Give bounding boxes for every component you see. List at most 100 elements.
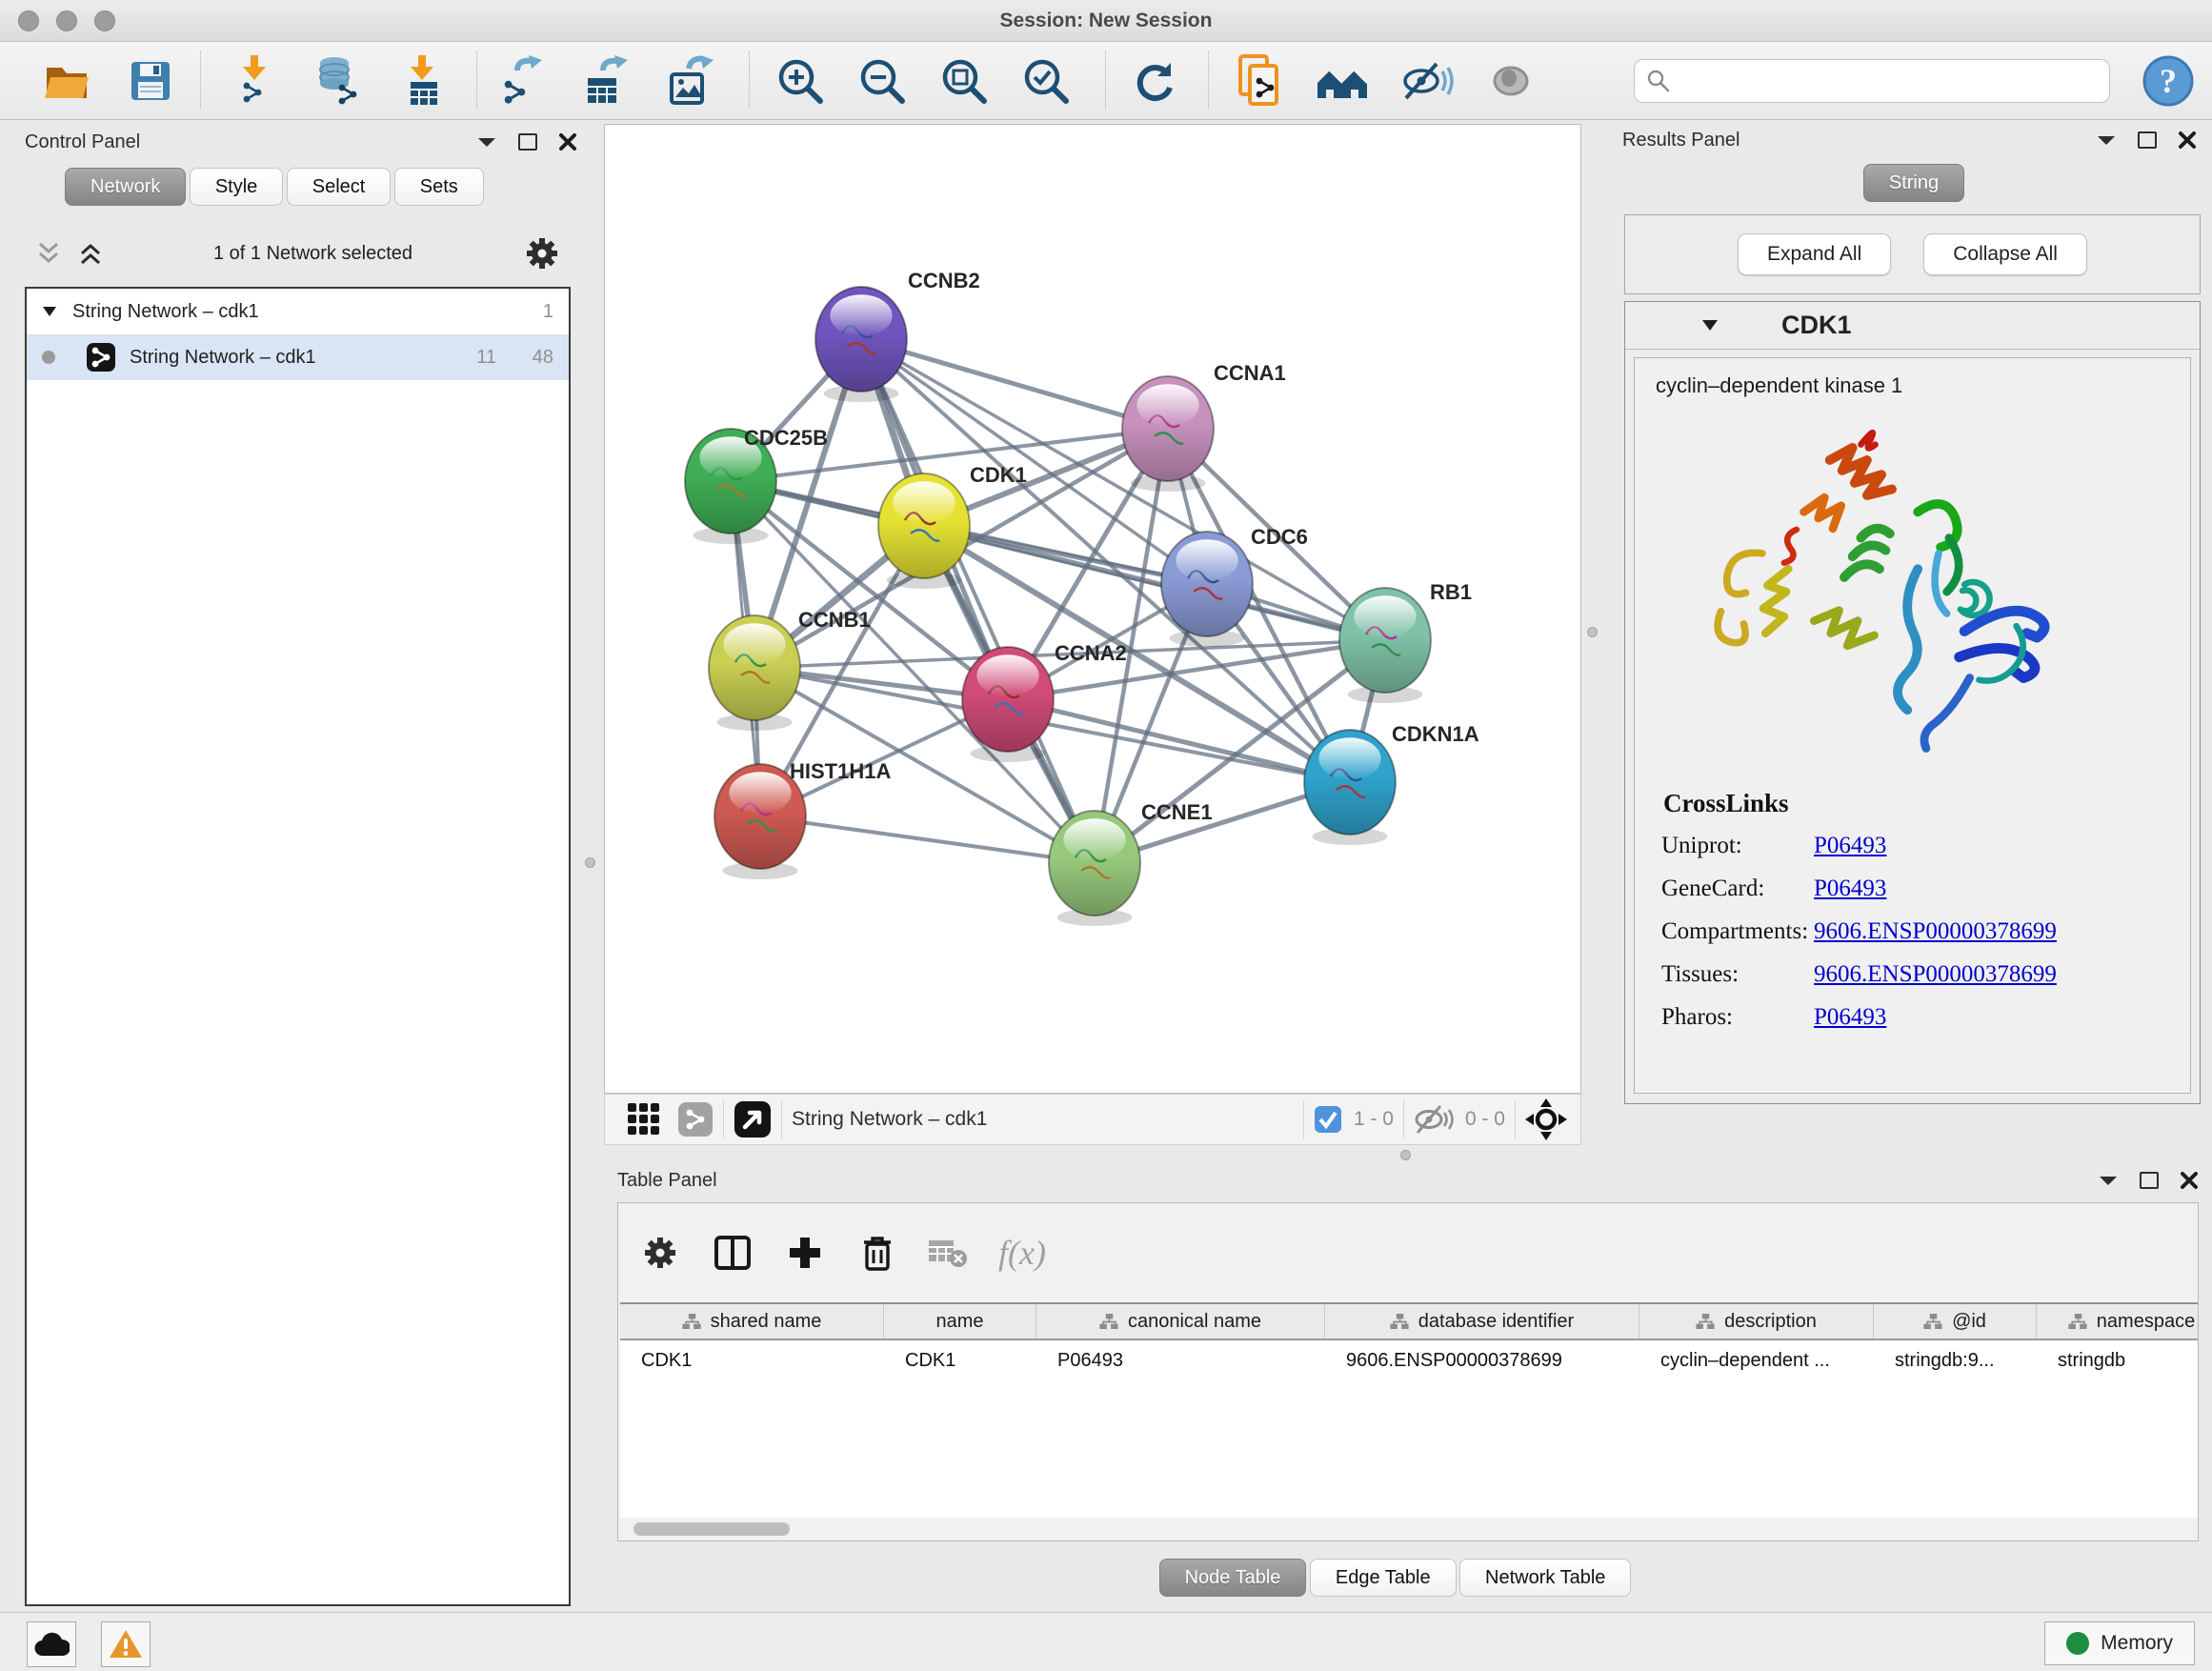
tab-edge-table[interactable]: Edge Table — [1310, 1559, 1457, 1597]
network-canvas[interactable]: CCNB2 CCNA1 CDC25B CDK1 CDC6 RB1 CCNB1 CCNA2 CDK… — [604, 124, 1581, 1094]
network-edge[interactable] — [861, 339, 1168, 429]
network-node[interactable]: HIST1H1A — [714, 759, 891, 879]
tab-network-table[interactable]: Network Table — [1459, 1559, 1631, 1597]
update-network-button[interactable] — [1126, 51, 1183, 111]
network-edge[interactable] — [760, 816, 1095, 863]
function-builder-button[interactable]: f(x) — [995, 1228, 1049, 1278]
gene-section-header[interactable]: CDK1 — [1625, 302, 2200, 350]
delete-table-button[interactable] — [921, 1228, 975, 1278]
table-horizontal-scrollbar[interactable] — [620, 1520, 2198, 1539]
cloud-status-button[interactable] — [27, 1621, 76, 1667]
column-header[interactable]: canonical name — [1036, 1304, 1325, 1339]
tab-string[interactable]: String — [1863, 164, 1964, 202]
delete-column-button[interactable] — [851, 1228, 904, 1278]
zoom-out-button[interactable] — [854, 51, 911, 111]
collapse-panel-icon[interactable] — [476, 135, 497, 149]
left-splitter-handle[interactable] — [585, 857, 595, 868]
search-input[interactable] — [1671, 70, 2109, 93]
column-header[interactable]: description — [1639, 1304, 1874, 1339]
table-cell[interactable]: 9606.ENSP00000378699 — [1325, 1350, 1639, 1372]
float-panel-icon[interactable] — [2140, 1172, 2159, 1189]
float-panel-icon[interactable] — [2138, 131, 2157, 149]
export-image-button[interactable] — [661, 51, 718, 111]
zoom-fit-button[interactable] — [935, 51, 993, 111]
close-panel-icon[interactable] — [2178, 131, 2197, 150]
expand-all-button[interactable]: Expand All — [1738, 233, 1891, 275]
right-splitter-handle[interactable] — [1587, 627, 1598, 637]
crosslink-link[interactable]: 9606.ENSP00000378699 — [1814, 918, 2057, 945]
birds-eye-toggle-icon[interactable] — [1525, 1098, 1567, 1140]
gene-collapse-icon[interactable] — [1701, 319, 1719, 332]
graphics-details-button[interactable] — [1482, 51, 1539, 111]
column-header[interactable]: database identifier — [1325, 1304, 1639, 1339]
warning-status-button[interactable] — [101, 1621, 151, 1667]
collapse-all-button[interactable]: Collapse All — [1923, 233, 2087, 275]
detach-view-icon[interactable] — [734, 1100, 772, 1138]
network-row[interactable]: String Network – cdk1 11 48 — [27, 334, 569, 380]
table-cell[interactable]: stringdb:9... — [1874, 1350, 2037, 1372]
memory-button[interactable]: Memory — [2044, 1621, 2195, 1665]
table-cell[interactable]: CDK1 — [884, 1350, 1036, 1372]
network-node[interactable]: CDKN1A — [1304, 722, 1479, 845]
network-node[interactable]: CCNA2 — [962, 641, 1127, 762]
help-button[interactable]: ? — [2140, 51, 2197, 111]
network-node[interactable]: RB1 — [1339, 580, 1472, 703]
network-node[interactable]: CDC25B — [685, 426, 828, 544]
export-network-button[interactable] — [493, 51, 551, 111]
column-header[interactable]: name — [884, 1304, 1036, 1339]
table-options-button[interactable] — [633, 1228, 687, 1278]
table-cell[interactable]: stringdb — [2037, 1350, 2212, 1372]
column-header[interactable]: shared name — [620, 1304, 884, 1339]
crosslink-link[interactable]: P06493 — [1814, 833, 1886, 859]
tab-style[interactable]: Style — [190, 168, 283, 206]
horizontal-splitter-handle[interactable] — [1400, 1150, 1411, 1160]
column-header[interactable]: namespace — [2037, 1304, 2212, 1339]
network-node[interactable]: CCNB2 — [815, 269, 980, 402]
import-network-file-button[interactable] — [227, 51, 284, 111]
crosslink-link[interactable]: 9606.ENSP00000378699 — [1814, 961, 2057, 988]
export-table-button[interactable] — [577, 51, 634, 111]
close-panel-icon[interactable] — [2180, 1171, 2199, 1190]
import-table-file-button[interactable] — [394, 51, 452, 111]
collapse-all-icon[interactable] — [36, 241, 61, 266]
network-node[interactable]: CCNB1 — [709, 608, 871, 731]
collapse-panel-icon[interactable] — [2096, 133, 2117, 147]
expand-all-icon[interactable] — [78, 241, 103, 266]
zoom-in-button[interactable] — [772, 51, 829, 111]
table-cell[interactable]: CDK1 — [620, 1350, 884, 1372]
table-row[interactable]: CDK1CDK1P064939606.ENSP00000378699cyclin… — [620, 1340, 2198, 1380]
close-panel-icon[interactable] — [558, 132, 577, 151]
table-cell[interactable]: cyclin–dependent ... — [1639, 1350, 1874, 1372]
network-node[interactable]: CCNA1 — [1122, 361, 1286, 492]
network-node[interactable]: CCNE1 — [1049, 800, 1213, 926]
import-network-database-button[interactable] — [311, 51, 368, 111]
float-panel-icon[interactable] — [518, 133, 537, 151]
open-session-button[interactable] — [38, 51, 95, 111]
network-view-share-icon[interactable] — [677, 1101, 714, 1137]
table-cell[interactable]: P06493 — [1036, 1350, 1325, 1372]
crosslink-link[interactable]: P06493 — [1814, 1004, 1886, 1031]
network-node[interactable]: CDK1 — [878, 463, 1027, 589]
search-field[interactable] — [1634, 59, 2110, 103]
tab-network[interactable]: Network — [65, 168, 186, 206]
show-columns-button[interactable] — [706, 1228, 759, 1278]
hide-selected-button[interactable] — [1398, 51, 1456, 111]
tab-node-table[interactable]: Node Table — [1159, 1559, 1307, 1597]
collapse-panel-icon[interactable] — [2098, 1174, 2119, 1187]
scrollbar-thumb[interactable] — [633, 1522, 790, 1536]
selected-checkbox-icon[interactable] — [1314, 1105, 1342, 1134]
network-edge[interactable] — [861, 339, 1095, 863]
tab-sets[interactable]: Sets — [394, 168, 484, 206]
home-button[interactable] — [1315, 51, 1372, 111]
zoom-selected-button[interactable] — [1017, 51, 1075, 111]
grid-view-icon[interactable] — [628, 1103, 660, 1136]
network-options-gear-icon[interactable] — [523, 234, 561, 272]
save-session-button[interactable] — [122, 51, 179, 111]
network-node[interactable]: CDC6 — [1161, 525, 1308, 647]
column-header[interactable]: @id — [1874, 1304, 2037, 1339]
add-column-button[interactable] — [778, 1228, 832, 1278]
tab-select[interactable]: Select — [287, 168, 392, 206]
collection-expand-icon[interactable] — [42, 306, 57, 317]
clone-network-button[interactable] — [1231, 51, 1288, 111]
hidden-eye-slash-icon[interactable] — [1414, 1103, 1454, 1136]
